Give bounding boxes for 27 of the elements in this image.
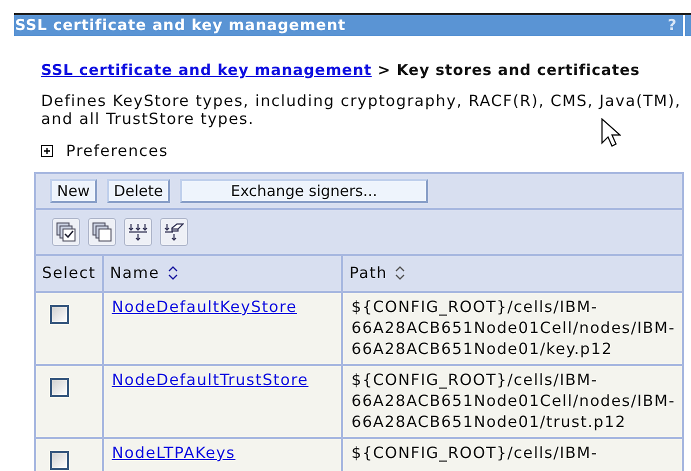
column-header[interactable]: Name: [110, 262, 178, 285]
path-text: ${CONFIG_ROOT}/cells/IBM-: [351, 443, 599, 464]
row-checkbox[interactable]: [50, 378, 69, 397]
column-header[interactable]: Path: [349, 262, 406, 285]
page-heading: Key stores and certificates: [396, 61, 640, 79]
select-all-icon[interactable]: [52, 218, 80, 246]
delete-button[interactable]: Delete: [106, 178, 170, 203]
sort-icon[interactable]: [395, 265, 406, 282]
new-button[interactable]: New: [50, 178, 97, 203]
exchange-signers-button[interactable]: Exchange signers...: [180, 178, 428, 203]
sort-icon[interactable]: [168, 265, 178, 282]
preferences-label[interactable]: Preferences: [66, 140, 168, 163]
filter-icon[interactable]: [124, 218, 152, 246]
deselect-all-icon[interactable]: [88, 218, 116, 246]
breadcrumb-link[interactable]: SSL certificate and key management: [41, 61, 372, 79]
keystore-link[interactable]: NodeDefaultKeyStore: [112, 298, 297, 316]
clear-filter-icon[interactable]: [160, 218, 188, 246]
path-text: ${CONFIG_ROOT}/cells/IBM- 66A28ACB651Node01Cell/nodes/IBM- 66A28ACB651Node01/trust.p12: [351, 370, 676, 433]
breadcrumb-separator: >: [378, 61, 391, 79]
row-checkbox[interactable]: [50, 305, 69, 324]
path-text: ${CONFIG_ROOT}/cells/IBM- 66A28ACB651Node01Cell/nodes/IBM- 66A28ACB651Node01/key.p12: [351, 297, 676, 360]
row-checkbox[interactable]: [50, 451, 69, 470]
description-text: Defines KeyStore types, including cryptography, RACF(R), CMS, Java(TM), and all TrustStore types.: [41, 92, 682, 128]
expand-icon[interactable]: [41, 145, 53, 158]
window-title: SSL certificate and key management: [15, 15, 346, 36]
column-header: Select: [42, 262, 96, 284]
mouse-pointer-icon: [601, 118, 621, 148]
